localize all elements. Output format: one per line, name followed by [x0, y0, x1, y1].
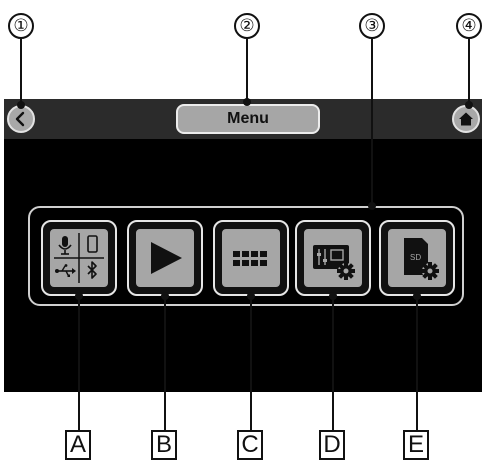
home-button[interactable] — [452, 105, 480, 133]
leader-dot-a — [75, 292, 83, 300]
play-icon — [151, 242, 182, 274]
leader-line-a — [78, 296, 80, 430]
callout-2: ② — [234, 13, 260, 39]
back-button[interactable] — [7, 105, 35, 133]
tile-input-settings[interactable] — [41, 220, 117, 296]
tile-sd-settings[interactable]: SD — [379, 220, 455, 296]
leader-line-c — [250, 296, 252, 430]
label-c: C — [237, 430, 263, 460]
input-settings-button[interactable] — [48, 227, 110, 289]
leader-dot-1 — [17, 101, 25, 109]
leader-dot-c — [247, 292, 255, 300]
page-title: Menu — [176, 104, 320, 134]
leader-dot-d — [329, 292, 337, 300]
tile-mixer-settings[interactable] — [295, 220, 371, 296]
sd-card-settings-icon: SD — [404, 238, 439, 280]
callout-4: ④ — [456, 13, 482, 39]
callout-1: ① — [8, 13, 34, 39]
callout-3: ③ — [359, 13, 385, 39]
input-settings-icon — [54, 233, 104, 283]
label-b: B — [151, 430, 177, 460]
leader-line-4 — [468, 39, 470, 105]
sd-label: SD — [410, 253, 421, 262]
grid-icon — [233, 251, 267, 266]
label-e: E — [403, 430, 429, 460]
leader-dot-4 — [465, 101, 473, 109]
leader-line-3 — [371, 39, 373, 205]
leader-dot-b — [161, 292, 169, 300]
chevron-left-icon — [15, 111, 25, 127]
label-a: A — [65, 430, 91, 460]
home-icon — [459, 112, 473, 126]
leader-line-b — [164, 296, 166, 430]
tile-grid[interactable] — [213, 220, 289, 296]
play-button[interactable] — [134, 227, 196, 289]
sd-settings-button[interactable]: SD — [386, 227, 448, 289]
label-d: D — [319, 430, 345, 460]
leader-line-1 — [20, 39, 22, 105]
leader-dot-3 — [368, 202, 376, 210]
leader-dot-e — [413, 292, 421, 300]
grid-button[interactable] — [220, 227, 282, 289]
mixer-settings-icon — [313, 245, 355, 280]
leader-line-e — [416, 296, 418, 430]
leader-dot-2 — [243, 98, 251, 106]
leader-line-d — [332, 296, 334, 430]
mixer-settings-button[interactable] — [302, 227, 364, 289]
tile-play[interactable] — [127, 220, 203, 296]
leader-line-2 — [246, 39, 248, 102]
